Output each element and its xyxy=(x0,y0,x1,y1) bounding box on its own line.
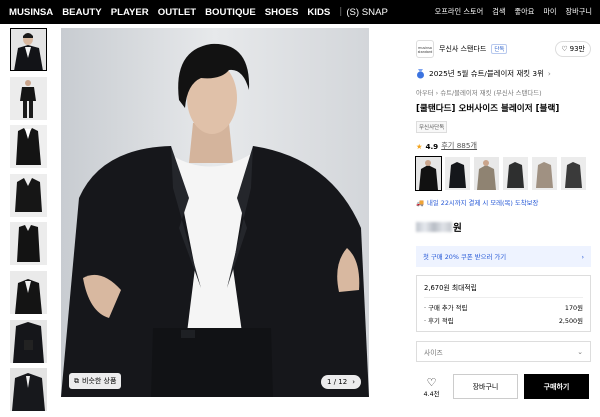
nav-my[interactable]: 마이 xyxy=(543,7,556,17)
nav-offline-store[interactable]: 오프라인 스토어 xyxy=(435,7,484,17)
brand-like-count: 93만 xyxy=(569,45,585,53)
rating-score: 4.9 xyxy=(425,141,439,151)
breadcrumb[interactable]: 아우터 › 슈트/블레이저 재킷 (무신사 스탠다드) xyxy=(416,88,591,97)
thumbnail-3[interactable] xyxy=(10,125,47,169)
thumbnail-1[interactable] xyxy=(10,28,47,71)
points-row: · 후기 적립 2,500원 xyxy=(424,314,583,327)
brand-logo: musinsa standard xyxy=(416,40,434,58)
coupon-text: 첫 구매 20% 쿠폰 받으러 가기 xyxy=(423,253,507,261)
price-currency: 원 xyxy=(453,223,462,234)
delivery-text: 내일 22시까지 결제 시 모레(목) 도착보장 xyxy=(426,199,539,207)
brand-name[interactable]: 무신사 스탠다드 xyxy=(439,44,486,54)
purchase-bar: ♡ 4.4천 장바구니 구매하기 xyxy=(416,373,591,400)
chevron-right-icon: › xyxy=(581,252,584,261)
nav-shoes[interactable]: SHOES xyxy=(265,7,299,18)
price: 원 xyxy=(416,220,591,234)
top-nav: MUSINSA BEAUTY PLAYER OUTLET BOUTIQUE SH… xyxy=(0,0,600,24)
nav-cart[interactable]: 장바구니 xyxy=(566,7,592,17)
similar-icon: ⧉ xyxy=(74,376,79,385)
size-select[interactable]: 사이즈 ⌄ xyxy=(416,341,591,362)
truck-icon: 🚚 xyxy=(416,198,424,207)
thumbnail-7[interactable] xyxy=(10,319,47,363)
nav-likes[interactable]: 좋아요 xyxy=(514,7,534,17)
add-to-cart-button[interactable]: 장바구니 xyxy=(453,374,518,399)
thumbnail-5[interactable] xyxy=(10,222,47,266)
points-label: · 구매 추가 적립 xyxy=(424,304,468,312)
points-rows: · 구매 추가 적립 170원 · 후기 적립 2,500원 xyxy=(424,298,583,331)
points-box: 2,670원 최대적립 · 구매 추가 적립 170원 · 후기 적립 2,50… xyxy=(416,275,591,332)
medal-icon xyxy=(417,68,424,78)
points-row: · 구매 추가 적립 170원 xyxy=(424,301,583,314)
brand-info[interactable]: musinsa standard 무신사 스탠다드 단독 xyxy=(416,40,508,58)
nav-player[interactable]: PLAYER xyxy=(111,7,149,18)
product-like-count: 4.4천 xyxy=(423,389,440,398)
nav-separator: | xyxy=(339,7,343,17)
exclusive-badge: 단독 xyxy=(491,44,508,54)
nav-snap[interactable]: (S) SNAP xyxy=(346,7,388,18)
nav-beauty[interactable]: BEAUTY xyxy=(62,7,101,18)
heart-icon: ♡ xyxy=(561,45,568,53)
color-option-5[interactable] xyxy=(532,157,557,190)
thumbnail-8[interactable] xyxy=(10,368,47,412)
product-info-panel: musinsa standard 무신사 스탠다드 단독 ♡ 93만 2025년… xyxy=(415,38,591,362)
price-value-blurred xyxy=(416,222,452,232)
nav-left: MUSINSA BEAUTY PLAYER OUTLET BOUTIQUE SH… xyxy=(0,7,397,18)
color-option-6[interactable] xyxy=(561,157,586,190)
delivery-info: 🚚 내일 22시까지 결제 시 모레(목) 도착보장 xyxy=(416,198,591,208)
image-counter-text: 1 / 12 xyxy=(327,378,348,386)
similar-products-button[interactable]: ⧉ 비슷한 상품 xyxy=(69,373,122,389)
star-icon: ★ xyxy=(416,141,423,151)
coupon-banner[interactable]: 첫 구매 20% 쿠폰 받으러 가기 › xyxy=(416,246,591,267)
buy-now-button[interactable]: 구매하기 xyxy=(524,374,589,399)
similar-products-label: 비슷한 상품 xyxy=(82,377,117,385)
nav-outlet[interactable]: OUTLET xyxy=(158,7,196,18)
points-value: 2,500원 xyxy=(558,317,583,325)
nav-kids[interactable]: KIDS xyxy=(307,7,330,18)
chevron-down-icon: ⌄ xyxy=(577,347,583,356)
heart-icon: ♡ xyxy=(426,375,437,389)
nav-boutique[interactable]: BOUTIQUE xyxy=(205,7,256,18)
points-max: 2,670원 최대적립 xyxy=(424,276,583,298)
main-product-image[interactable]: ⧉ 비슷한 상품 1 / 12 › xyxy=(61,28,369,397)
thumbnail-4[interactable] xyxy=(10,173,47,217)
chevron-right-icon: › xyxy=(547,69,551,78)
nav-right: 오프라인 스토어 검색 좋아요 마이 장바구니 xyxy=(426,7,600,17)
color-option-4[interactable] xyxy=(503,157,528,190)
points-label: · 후기 적립 xyxy=(424,317,454,325)
color-option-3[interactable] xyxy=(474,157,499,190)
thumbnail-6[interactable] xyxy=(10,270,47,314)
exclusive-tag: 무신사단독 xyxy=(416,121,448,133)
review-link[interactable]: 후기 885개 xyxy=(441,141,477,151)
ranking-row[interactable]: 2025년 5월 슈트/블레이저 재킷 3위 › xyxy=(416,68,591,79)
rating-row: ★ 4.9 후기 885개 xyxy=(416,141,591,151)
ranking-text: 2025년 5월 슈트/블레이저 재킷 3위 xyxy=(429,69,544,78)
thumbnail-2[interactable] xyxy=(10,76,47,120)
nav-search[interactable]: 검색 xyxy=(492,7,505,17)
image-counter: 1 / 12 › xyxy=(321,375,361,389)
brand-like-button[interactable]: ♡ 93만 xyxy=(555,41,591,57)
color-options xyxy=(415,156,591,191)
color-option-1[interactable] xyxy=(415,156,442,191)
brand-row: musinsa standard 무신사 스탠다드 단독 ♡ 93만 xyxy=(416,38,591,60)
color-option-2[interactable] xyxy=(445,157,470,190)
size-placeholder: 사이즈 xyxy=(424,348,443,357)
product-like-button[interactable]: ♡ 4.4천 xyxy=(416,376,447,398)
nav-musinsa[interactable]: MUSINSA xyxy=(9,7,53,18)
thumbnail-list xyxy=(10,28,48,417)
points-value: 170원 xyxy=(564,304,583,312)
chevron-right-icon[interactable]: › xyxy=(352,378,355,386)
product-name: [쿨탠다드] 오버사이즈 블레이저 [블랙] xyxy=(416,104,560,114)
